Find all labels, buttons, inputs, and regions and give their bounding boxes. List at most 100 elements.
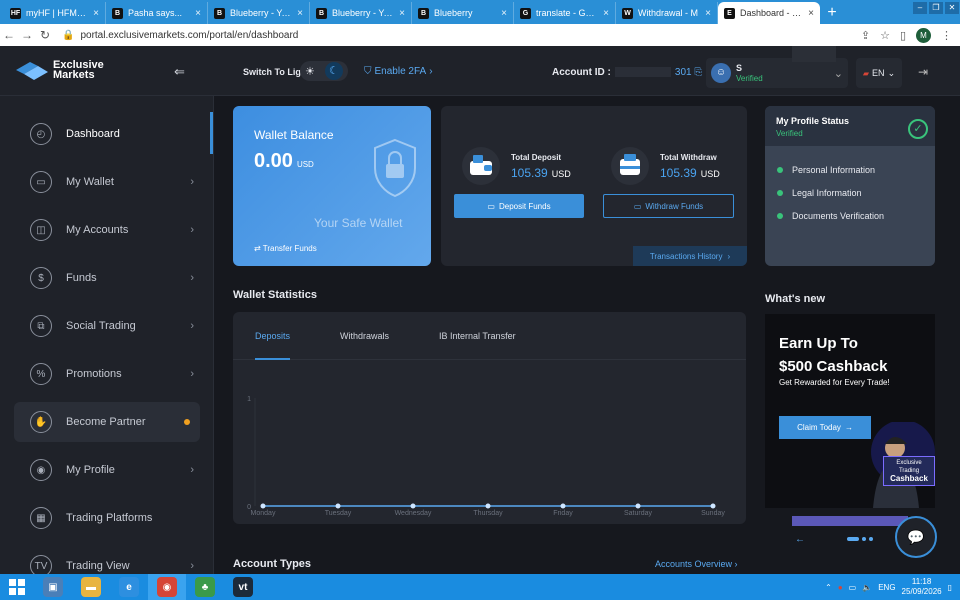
browser-tab[interactable]: E Dashboard - Exc ×	[718, 2, 820, 24]
volume-icon[interactable]: 🔈	[862, 583, 872, 592]
collapse-menu-icon[interactable]: ⇐	[174, 64, 185, 80]
carousel-dot[interactable]	[862, 537, 866, 541]
browser-menu-icon[interactable]: ⋮	[941, 29, 952, 42]
share-icon[interactable]: ⇪	[861, 29, 870, 42]
tab-close-icon[interactable]: ×	[808, 8, 814, 19]
cashback-promo-banner[interactable]: Earn Up To $500 Cashback Get Rewarded for…	[765, 314, 935, 508]
data-point	[710, 503, 716, 509]
sidepanel-icon[interactable]: ▯	[900, 29, 906, 42]
sidebar-item-funds[interactable]: $ Funds ›	[14, 258, 200, 298]
data-point	[260, 503, 266, 509]
sidebar-item-promotions[interactable]: % Promotions ›	[14, 354, 200, 394]
carousel-dots	[847, 537, 873, 541]
forward-icon[interactable]: →	[18, 28, 36, 42]
user-menu[interactable]: ☺ S Verified ⌄	[706, 46, 848, 88]
browser-tab[interactable]: B Blueberry - Your ×	[310, 2, 412, 24]
carousel-dot[interactable]	[869, 537, 873, 541]
taskbar-apps: ▣ ▬ e ◉ ♣ vt	[34, 574, 262, 600]
profile-check-item: Documents Verification	[777, 204, 935, 227]
sidebar-item-become-partner[interactable]: ✋ Become Partner	[14, 402, 200, 442]
tab-withdrawals[interactable]: Withdrawals	[340, 312, 389, 360]
url-field[interactable]: 🔒 portal.exclusivemarkets.com/portal/en/…	[62, 30, 298, 41]
profile-check-item: Personal Information	[777, 158, 935, 181]
transactions-history-link[interactable]: Transactions History ›	[633, 246, 747, 266]
reload-icon[interactable]: ↻	[36, 28, 54, 42]
tab-close-icon[interactable]: ×	[399, 8, 405, 19]
copy-icon[interactable]: ⎘	[694, 67, 702, 78]
taskbar-app[interactable]: ♣	[186, 574, 224, 600]
browser-profile-avatar[interactable]: M	[916, 27, 931, 43]
chat-icon[interactable]: 💬	[895, 516, 937, 558]
funds-summary-card: Total Deposit 105.39 USD Total Withdraw 1…	[441, 106, 747, 266]
carousel-dot[interactable]	[847, 537, 859, 541]
withdraw-funds-button[interactable]: ▭ Withdraw Funds	[603, 194, 734, 218]
tray-arrow-icon[interactable]: ⌃	[825, 583, 832, 592]
taskbar-app[interactable]: e	[110, 574, 148, 600]
chevron-right-icon: ›	[190, 272, 194, 284]
theme-toggle[interactable]: ☀ ☾	[300, 61, 348, 81]
logo[interactable]: Exclusive Markets	[16, 60, 104, 81]
social-trading-icon: ⧉	[30, 315, 52, 337]
tray-app-icon[interactable]: ●	[838, 583, 843, 592]
tab-close-icon[interactable]: ×	[195, 8, 201, 19]
browser-tab[interactable]: HF myHF | HFM Bro ×	[4, 2, 106, 24]
clock[interactable]: 11:18 25/09/2026	[902, 577, 942, 597]
windows-taskbar: ▣ ▬ e ◉ ♣ vt ⌃ ● ▭ 🔈 ENG 11:18 25/09/2026 ▯	[0, 574, 960, 600]
tab-close-icon[interactable]: ×	[603, 8, 609, 19]
network-icon[interactable]: ▭	[849, 583, 857, 592]
sidebar-item-my-wallet[interactable]: ▭ My Wallet ›	[14, 162, 200, 202]
deposit-funds-button[interactable]: ▭ Deposit Funds	[454, 194, 584, 218]
tab-close-icon[interactable]: ×	[501, 8, 507, 19]
tab-close-icon[interactable]: ×	[297, 8, 303, 19]
tab-ib-internal-transfer[interactable]: IB Internal Transfer	[439, 312, 516, 360]
shield-lock-icon	[374, 138, 416, 198]
profile-check-label: Personal Information	[792, 164, 876, 175]
browser-tab[interactable]: Gtranslate - Goog ×	[514, 2, 616, 24]
accounts-overview-link[interactable]: Accounts Overview ›	[655, 559, 738, 569]
whats-new-title: What's new	[765, 293, 826, 305]
sidebar-item-dashboard[interactable]: ◴ Dashboard	[14, 114, 200, 154]
sun-icon[interactable]: ☀	[305, 65, 315, 78]
chevron-right-icon: ›	[734, 559, 738, 569]
logout-icon[interactable]: ⇥	[918, 65, 928, 79]
minimize-button[interactable]: –	[913, 2, 927, 14]
browser-tab[interactable]: B Pasha says... ×	[106, 2, 208, 24]
sidebar-item-trading-platforms[interactable]: ▦ Trading Platforms	[14, 498, 200, 538]
taskbar-app[interactable]: ▣	[34, 574, 72, 600]
browser-tab[interactable]: B Blueberry - Your ×	[208, 2, 310, 24]
x-tick-label: Monday	[251, 510, 276, 517]
arrow-left-icon[interactable]: ←	[795, 534, 805, 545]
bookmark-star-icon[interactable]: ☆	[880, 29, 890, 42]
wallet-icon: ▭	[30, 171, 52, 193]
notification-icon[interactable]: ▯	[948, 583, 952, 592]
close-button[interactable]: ✕	[945, 2, 959, 14]
sidebar-item-label: My Wallet	[66, 176, 114, 188]
language-selector[interactable]: ▰ EN ⌄	[856, 58, 902, 88]
tab-close-icon[interactable]: ×	[93, 8, 99, 19]
maximize-button[interactable]: ❐	[929, 2, 943, 14]
tab-favicon-icon: HF	[10, 7, 21, 19]
taskbar-app[interactable]: ▬	[72, 574, 110, 600]
taskbar-app[interactable]: ◉	[148, 574, 186, 600]
avatar: ☺	[711, 63, 731, 83]
enable-2fa-link[interactable]: ⛉ Enable 2FA ›	[364, 66, 433, 77]
profile-check-item: Legal Information	[777, 181, 935, 204]
new-tab-icon[interactable]: +	[820, 2, 844, 24]
back-icon[interactable]: ←	[0, 28, 18, 42]
chevron-right-icon: ›	[190, 320, 194, 332]
transfer-funds-link[interactable]: ⇄ Transfer Funds	[254, 244, 317, 253]
tab-close-icon[interactable]: ×	[705, 8, 711, 19]
statistics-chart: 10Monday Tuesday Wednesday Thursday Friday Sa…	[247, 396, 725, 517]
sidebar-item-my-profile[interactable]: ◉ My Profile ›	[14, 450, 200, 490]
taskbar-app[interactable]: vt	[224, 574, 262, 600]
browser-tab[interactable]: W Withdrawal - M ×	[616, 2, 718, 24]
moon-icon[interactable]: ☾	[324, 62, 343, 80]
language-indicator[interactable]: ENG	[878, 583, 895, 592]
sidebar-item-label: My Accounts	[66, 224, 129, 236]
sidebar-item-my-accounts[interactable]: ◫ My Accounts ›	[14, 210, 200, 250]
url-text[interactable]: portal.exclusivemarkets.com/portal/en/da…	[80, 30, 298, 41]
windows-start-icon[interactable]	[0, 574, 34, 600]
sidebar-item-social-trading[interactable]: ⧉ Social Trading ›	[14, 306, 200, 346]
browser-tab[interactable]: B Blueberry ×	[412, 2, 514, 24]
tab-deposits[interactable]: Deposits	[255, 312, 291, 360]
